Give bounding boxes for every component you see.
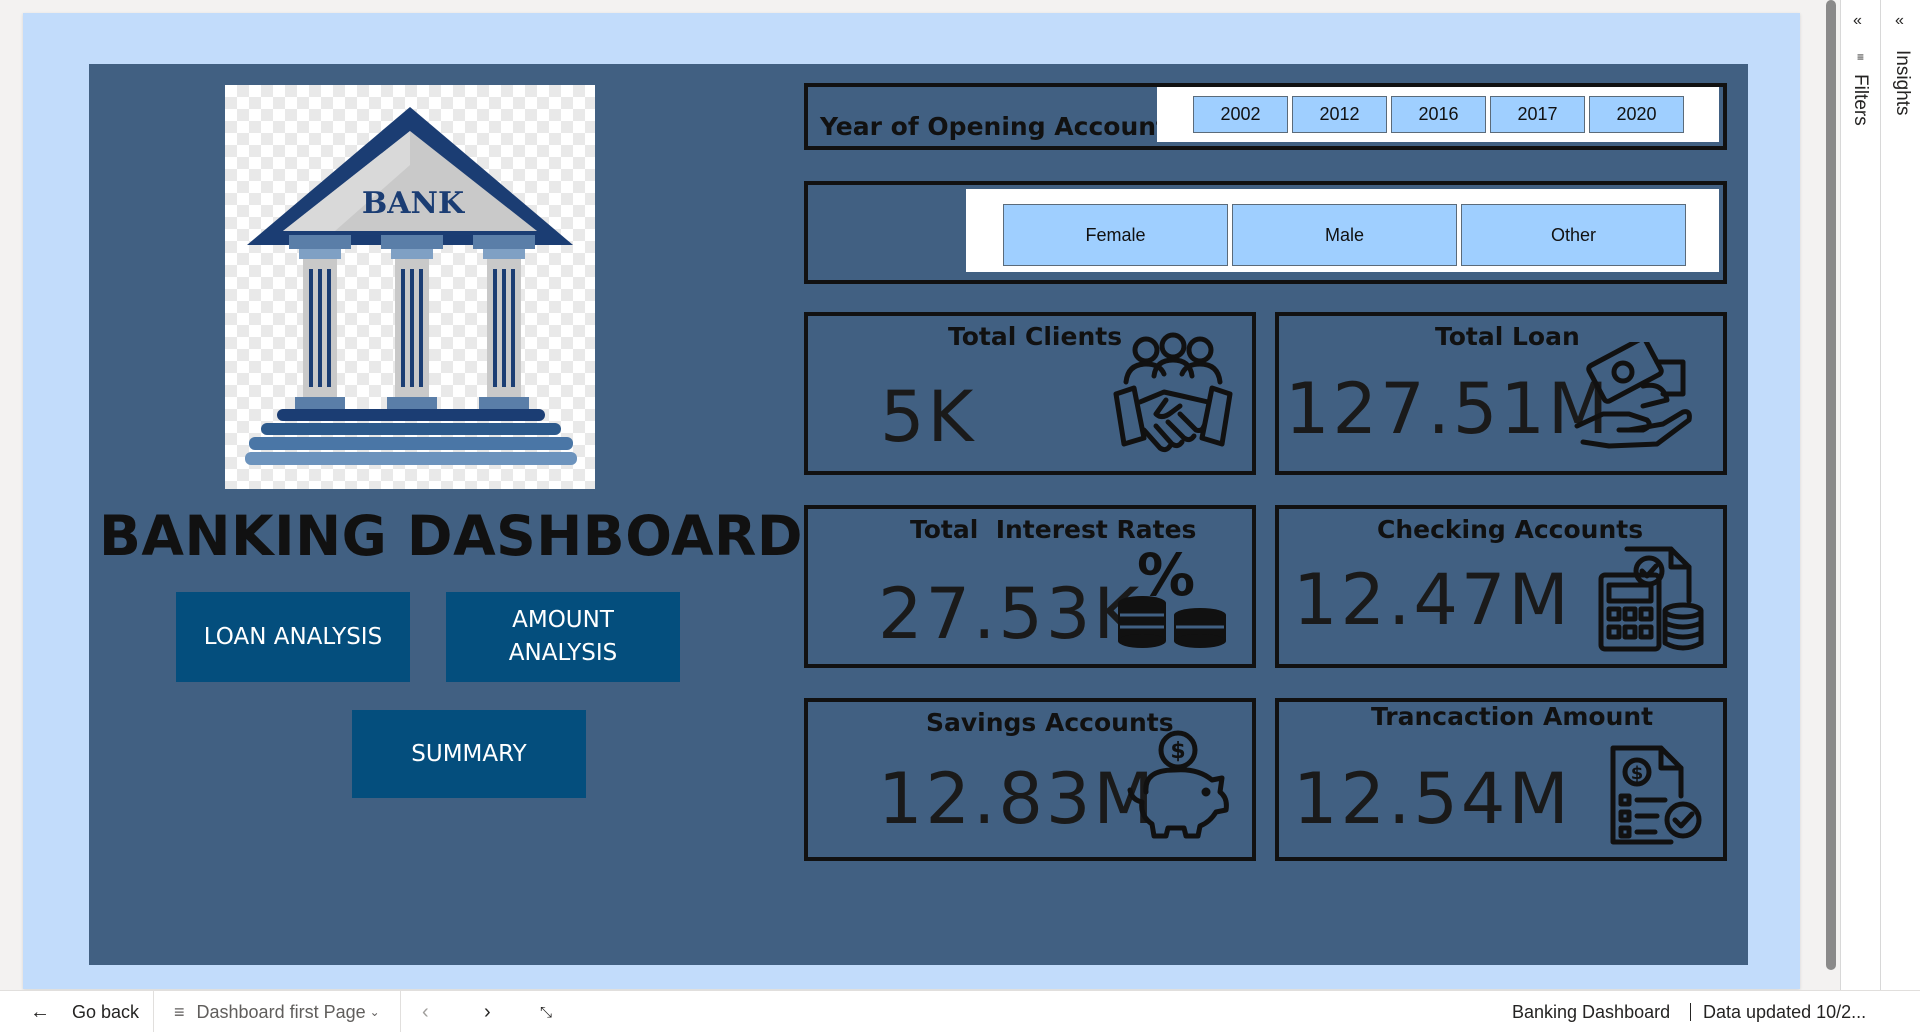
scrollbar-thumb[interactable]: [1826, 0, 1836, 970]
gender-chip-other[interactable]: Other: [1461, 204, 1686, 266]
go-back-label: Go back: [72, 1001, 140, 1022]
kpi-title: Total Loan: [1435, 322, 1580, 351]
kpi-card-total-interest: Total Interest Rates 27.53K %: [804, 505, 1256, 668]
kpi-value: 12.47M: [1293, 559, 1572, 641]
powerbi-report-view: BANK BANKING DASHBOARD LOAN ANALYSIS AMO…: [0, 0, 1920, 1032]
kpi-card-savings-accounts: Savings Accounts 12.83M $: [804, 698, 1256, 861]
divider: [153, 991, 154, 1032]
kpi-value: 12.83M: [878, 758, 1157, 840]
gender-slicer-options: Female Male Other: [966, 189, 1719, 272]
gender-slicer: Female Male Other: [804, 181, 1727, 284]
next-page-chevron-icon[interactable]: ›: [484, 991, 491, 1032]
year-chip-2017[interactable]: 2017: [1490, 96, 1585, 133]
previous-page-chevron-icon[interactable]: ‹: [422, 991, 429, 1032]
filters-pane-label[interactable]: Filters: [1849, 74, 1871, 126]
canvas-scrollbar[interactable]: [1824, 0, 1836, 970]
go-back-button[interactable]: ← Go back: [30, 991, 139, 1032]
loan-analysis-button[interactable]: LOAN ANALYSIS: [176, 592, 410, 682]
kpi-value: 127.51M: [1285, 368, 1612, 450]
summary-button[interactable]: SUMMARY: [352, 710, 586, 798]
kpi-card-checking-accounts: Checking Accounts 12.47M: [1275, 505, 1727, 668]
year-chip-2020[interactable]: 2020: [1589, 96, 1684, 133]
kpi-title: Total Interest Rates: [910, 515, 1197, 544]
page-list-icon: ≡: [174, 1001, 185, 1022]
chevron-down-icon: ⌄: [369, 1005, 380, 1019]
report-name: Banking Dashboard: [1512, 1001, 1671, 1022]
bank-logo: BANK: [225, 85, 595, 489]
loan-analysis-label: LOAN ANALYSIS: [203, 623, 383, 650]
logo-text: BANK: [362, 186, 465, 221]
page-name: Dashboard first Page: [196, 1001, 366, 1022]
dashboard-title: BANKING DASHBOARD: [99, 504, 804, 568]
kpi-title: Total Clients: [948, 322, 1123, 351]
gender-chip-female[interactable]: Female: [1003, 204, 1228, 266]
divider: [1690, 1003, 1691, 1021]
kpi-card-transaction-amount: Trancaction Amount 12.54M $: [1275, 698, 1727, 861]
kpi-value: 12.54M: [1293, 758, 1572, 840]
dashboard-panel: BANK BANKING DASHBOARD LOAN ANALYSIS AMO…: [89, 64, 1748, 965]
filters-pane: « ≡ Filters: [1840, 0, 1880, 990]
kpi-value: 27.53K: [878, 573, 1143, 655]
amount-analysis-label-line2: ANALYSIS: [508, 640, 618, 666]
page-selector[interactable]: ≡ Dashboard first Page ⌄: [174, 991, 380, 1032]
amount-analysis-button[interactable]: AMOUNT ANALYSIS: [446, 592, 680, 682]
calculator-document-icon: [1598, 546, 1704, 652]
piggy-bank-icon: $: [1127, 730, 1229, 839]
expand-insights-chevron-icon[interactable]: «: [1895, 12, 1904, 30]
arrow-left-icon: ←: [30, 1000, 50, 1023]
divider: [400, 991, 401, 1032]
year-chip-2012[interactable]: 2012: [1292, 96, 1387, 133]
expand-filters-chevron-icon[interactable]: «: [1853, 12, 1862, 30]
year-chip-2002[interactable]: 2002: [1193, 96, 1288, 133]
kpi-title: Trancaction Amount: [1371, 702, 1654, 731]
kpi-card-total-loan: Total Loan 127.51M: [1275, 312, 1727, 475]
data-updated-status: Data updated 10/2...: [1703, 1001, 1867, 1022]
bottom-bar: ← Go back ≡ Dashboard first Page ⌄ ‹ › ⤡…: [0, 990, 1920, 1032]
kpi-card-total-clients: Total Clients 5K: [804, 312, 1256, 475]
svg-text:$: $: [1170, 739, 1185, 764]
svg-text:$: $: [1631, 763, 1644, 784]
summary-label: SUMMARY: [411, 740, 527, 767]
gender-chip-male[interactable]: Male: [1232, 204, 1457, 266]
kpi-value: 5K: [880, 376, 977, 458]
insights-pane: « Insights: [1880, 0, 1920, 990]
insights-pane-label[interactable]: Insights: [1891, 50, 1913, 115]
year-slicer-options: 2002 2012 2016 2017 2020: [1157, 87, 1719, 142]
handshake-people-icon: [1113, 332, 1233, 453]
amount-analysis-label-line1: AMOUNT: [512, 607, 614, 633]
report-page: BANK BANKING DASHBOARD LOAN ANALYSIS AMO…: [23, 13, 1800, 989]
percent-coins-icon: %: [1118, 547, 1226, 648]
money-hand-icon: [1574, 342, 1692, 449]
year-slicer: Year of Opening Account 2002 2012 2016 2…: [804, 83, 1727, 150]
invoice-check-icon: $: [1610, 745, 1702, 845]
kpi-title: Checking Accounts: [1377, 515, 1644, 544]
year-chip-2016[interactable]: 2016: [1391, 96, 1486, 133]
bank-building-icon: BANK: [245, 107, 577, 465]
filter-funnel-icon: ≡: [1857, 50, 1865, 64]
exit-fullscreen-icon[interactable]: ⤡: [540, 991, 552, 1032]
report-canvas: BANK BANKING DASHBOARD LOAN ANALYSIS AMO…: [0, 0, 1822, 990]
year-slicer-label: Year of Opening Account: [820, 112, 1168, 141]
